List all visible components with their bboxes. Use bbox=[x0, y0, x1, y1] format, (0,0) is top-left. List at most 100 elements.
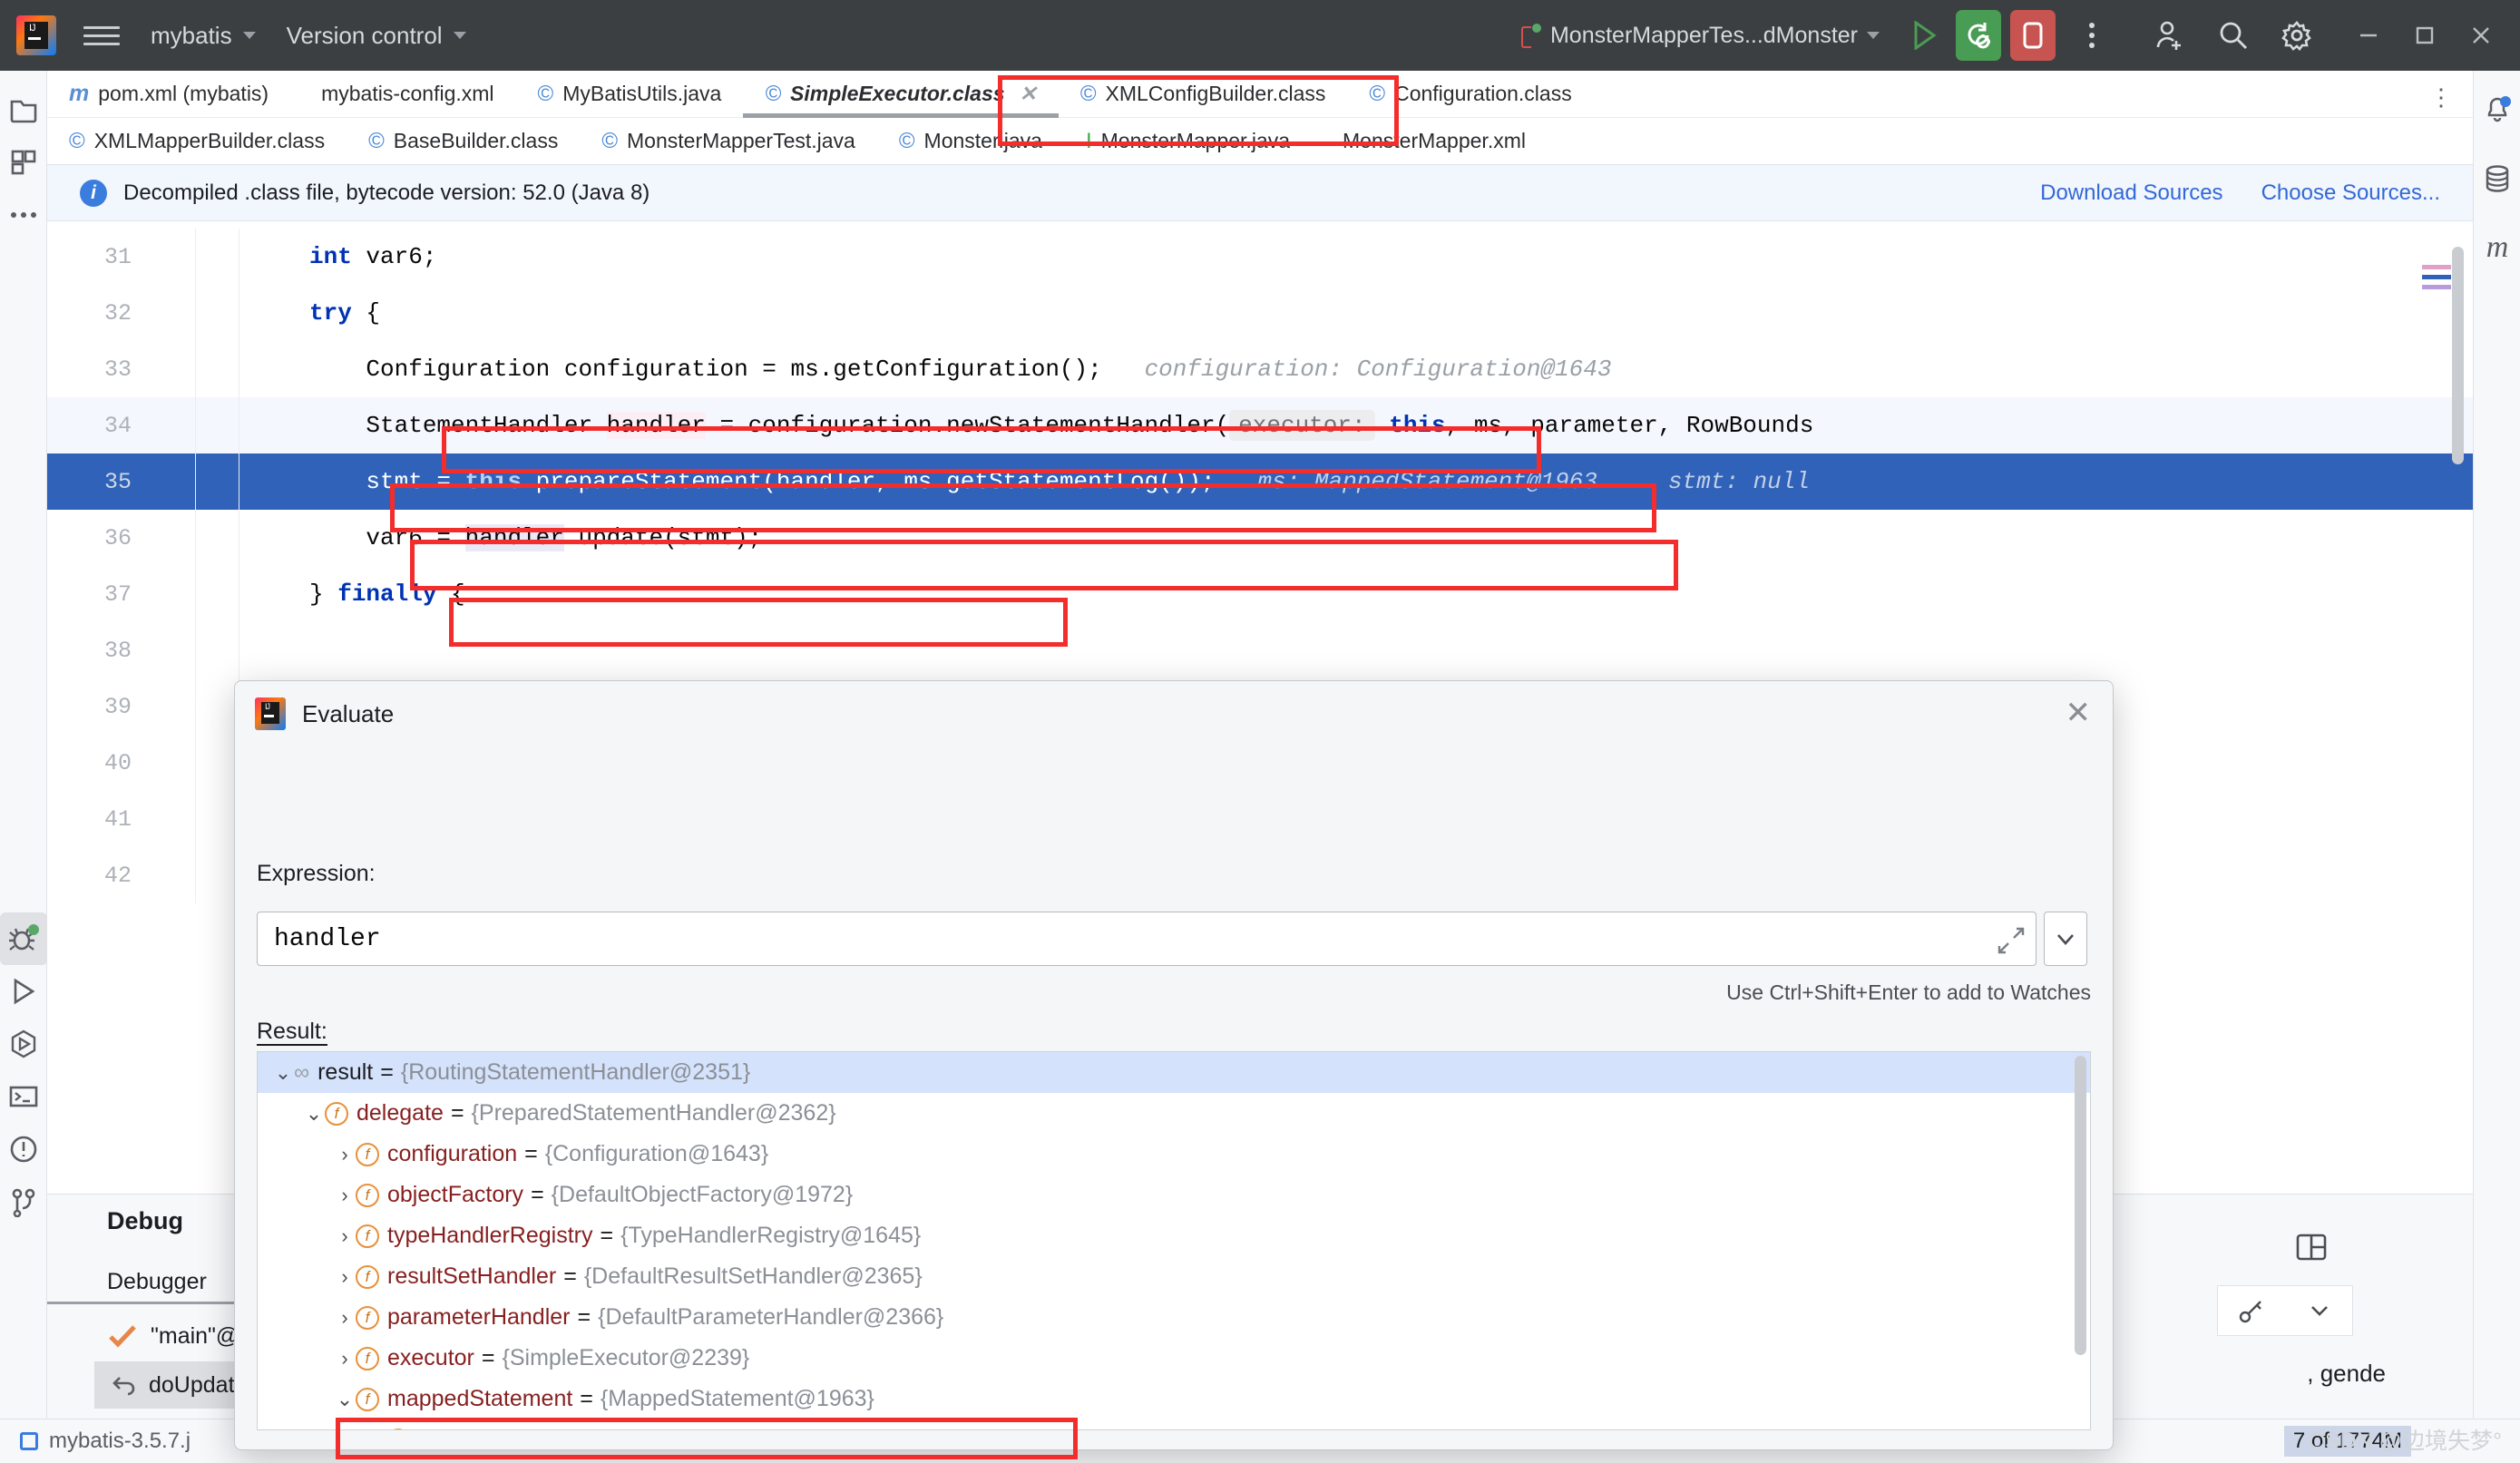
gear-icon[interactable] bbox=[2271, 10, 2322, 61]
gutter-fold[interactable] bbox=[142, 285, 195, 341]
project-tool-icon[interactable] bbox=[0, 83, 47, 136]
equals-sign: = bbox=[600, 1223, 614, 1248]
problems-tool-icon[interactable] bbox=[0, 1123, 47, 1175]
gutter-fold[interactable] bbox=[142, 622, 195, 678]
result-tree-scrollbar[interactable] bbox=[2075, 1056, 2086, 1355]
debugger-tab[interactable]: Debugger bbox=[107, 1269, 207, 1295]
vcs-selector[interactable]: Version control bbox=[287, 22, 466, 50]
editor-tab-pom-xml-mybatis-[interactable]: m pom.xml (mybatis) bbox=[47, 71, 290, 118]
gutter-fold[interactable] bbox=[142, 791, 195, 847]
field-icon: f bbox=[356, 1346, 379, 1370]
search-icon[interactable] bbox=[2208, 10, 2259, 61]
editor-tab-monstermapper-java[interactable]: I MonsterMapper.java bbox=[1064, 118, 1312, 165]
result-tree-row[interactable]: › f typeHandlerRegistry = {TypeHandlerRegist… bbox=[258, 1215, 2090, 1256]
gutter-fold[interactable] bbox=[142, 454, 195, 510]
info-icon: i bbox=[80, 179, 107, 207]
tree-twisty-icon[interactable]: › bbox=[334, 1184, 356, 1207]
editor-tab-basebuilder-class[interactable]: © BaseBuilder.class bbox=[347, 118, 580, 165]
editor-tab-simpleexecutor-class[interactable]: © SimpleExecutor.class ✕ bbox=[743, 71, 1059, 118]
more-tool-icon[interactable] bbox=[0, 189, 47, 241]
gutter-fold[interactable] bbox=[142, 735, 195, 791]
tree-twisty-icon[interactable]: › bbox=[334, 1306, 356, 1330]
download-sources-link[interactable]: Download Sources bbox=[2040, 180, 2222, 206]
terminal-tool-icon[interactable] bbox=[0, 1070, 47, 1123]
gutter-fold[interactable] bbox=[142, 566, 195, 622]
editor-tab-xmlmapperbuilder-class[interactable]: © XMLMapperBuilder.class bbox=[47, 118, 347, 165]
expand-editor-icon[interactable] bbox=[1996, 925, 2027, 956]
file-type-icon: m bbox=[69, 81, 90, 106]
result-tree-row[interactable]: › f parameterHandler = {DefaultParameterHand… bbox=[258, 1297, 2090, 1338]
tree-twisty-icon[interactable]: ⌄ bbox=[272, 1061, 294, 1085]
watches-dropdown[interactable] bbox=[2217, 1285, 2353, 1336]
expression-input-wrapper[interactable] bbox=[257, 912, 2037, 966]
close-icon[interactable] bbox=[2453, 0, 2509, 71]
hamburger-menu-icon[interactable] bbox=[83, 17, 120, 54]
gutter-indent bbox=[239, 454, 284, 510]
tree-twisty-icon[interactable]: › bbox=[334, 1143, 356, 1166]
expression-input[interactable] bbox=[274, 924, 1943, 953]
database-icon[interactable] bbox=[2474, 152, 2520, 205]
editor-scrollbar[interactable] bbox=[2452, 221, 2466, 1194]
field-name: mappedStatement bbox=[387, 1386, 573, 1411]
frame-return-icon bbox=[112, 1377, 135, 1396]
close-icon[interactable]: ✕ bbox=[2066, 697, 2092, 728]
gutter-fold[interactable] bbox=[142, 397, 195, 454]
module-icon bbox=[20, 1432, 38, 1450]
run-icon[interactable] bbox=[1900, 10, 1950, 61]
result-tree-row[interactable]: › f resultSetHandler = {DefaultResultSetHand… bbox=[258, 1256, 2090, 1297]
structure-tool-icon[interactable] bbox=[0, 136, 47, 189]
gutter-annotate bbox=[195, 622, 239, 678]
layout-settings-icon[interactable] bbox=[2270, 1220, 2353, 1274]
editor-tab-xmlconfigbuilder-class[interactable]: © XMLConfigBuilder.class bbox=[1059, 71, 1348, 118]
close-icon[interactable]: ✕ bbox=[1020, 82, 1037, 106]
debug-thread-row[interactable]: "main"@ bbox=[107, 1312, 239, 1360]
tabs-overflow-icon[interactable]: ⋮ bbox=[2429, 83, 2455, 112]
result-tree-row[interactable]: ›f resource = "com/lxb/mapper/MonsterMapper… bbox=[258, 1419, 2090, 1430]
line-number: 31 bbox=[103, 243, 132, 270]
git-tool-icon[interactable] bbox=[0, 1175, 47, 1228]
editor-tab-monstermapper-xml[interactable]: MonsterMapper.xml bbox=[1312, 118, 1548, 165]
editor-tab-mybatis-config-xml[interactable]: mybatis-config.xml bbox=[290, 71, 515, 118]
tree-twisty-icon[interactable]: › bbox=[334, 1224, 356, 1248]
maven-icon[interactable]: m bbox=[2474, 221, 2520, 274]
minimize-icon[interactable] bbox=[2340, 0, 2397, 71]
tree-twisty-icon[interactable]: › bbox=[334, 1265, 356, 1289]
gutter-fold[interactable] bbox=[142, 847, 195, 903]
result-tree-row[interactable]: ⌄ f mappedStatement = {MappedStatement@1963} bbox=[258, 1379, 2090, 1419]
project-selector[interactable]: mybatis bbox=[151, 22, 256, 50]
services-tool-icon[interactable] bbox=[0, 1018, 47, 1070]
debug-rerun-icon[interactable] bbox=[1956, 10, 2001, 61]
choose-sources-link[interactable]: Choose Sources... bbox=[2261, 180, 2440, 206]
result-tree-row[interactable]: ⌄ f delegate = {PreparedStatementHandler@236… bbox=[258, 1093, 2090, 1134]
result-tree-row[interactable]: › f configuration = {Configuration@1643} bbox=[258, 1134, 2090, 1175]
editor-tab-monster-java[interactable]: © Monster.java bbox=[877, 118, 1064, 165]
gutter-fold[interactable] bbox=[142, 510, 195, 566]
gutter-fold[interactable] bbox=[142, 229, 195, 285]
inline-debug-hint: ms: MappedStatement@1963 bbox=[1257, 468, 1597, 495]
maximize-icon[interactable] bbox=[2397, 0, 2453, 71]
result-tree[interactable]: ⌄ ∞ result = {RoutingStatementHandler@2351} ⌄… bbox=[257, 1051, 2091, 1430]
tree-twisty-icon[interactable]: ⌄ bbox=[334, 1388, 356, 1411]
run-tool-icon[interactable] bbox=[0, 965, 47, 1018]
editor-tab-configuration-class[interactable]: © Configuration.class bbox=[1347, 71, 1593, 118]
gutter-fold[interactable] bbox=[142, 678, 195, 735]
tree-twisty-icon[interactable]: › bbox=[365, 1429, 386, 1430]
debug-tool-icon[interactable] bbox=[0, 912, 47, 965]
stop-icon[interactable] bbox=[2010, 10, 2056, 61]
result-tree-row[interactable]: ⌄ ∞ result = {RoutingStatementHandler@2351} bbox=[258, 1052, 2090, 1093]
notifications-icon[interactable] bbox=[2474, 83, 2520, 136]
gutter-fold[interactable] bbox=[142, 341, 195, 397]
file-type-icon: I bbox=[1085, 128, 1092, 153]
run-configuration-selector[interactable]: MonsterMapperTes...dMonster bbox=[1520, 23, 1880, 49]
tree-twisty-icon[interactable]: ⌄ bbox=[303, 1102, 325, 1126]
add-user-icon[interactable] bbox=[2144, 10, 2195, 61]
evaluate-dialog[interactable]: IJ Evaluate ✕ Expression: Use Ctrl+Shift… bbox=[234, 680, 2114, 1450]
result-tree-row[interactable]: › f executor = {SimpleExecutor@2239} bbox=[258, 1338, 2090, 1379]
editor-tab-mybatisutils-java[interactable]: © MyBatisUtils.java bbox=[516, 71, 744, 118]
expression-history-dropdown[interactable] bbox=[2044, 912, 2087, 966]
tree-twisty-icon[interactable]: › bbox=[334, 1347, 356, 1370]
editor-tab-monstermappertest-java[interactable]: © MonsterMapperTest.java bbox=[580, 118, 877, 165]
field-name: resultSetHandler bbox=[387, 1263, 557, 1289]
result-tree-row[interactable]: › f objectFactory = {DefaultObjectFactory@19… bbox=[258, 1175, 2090, 1215]
more-vertical-icon[interactable] bbox=[2066, 10, 2117, 61]
